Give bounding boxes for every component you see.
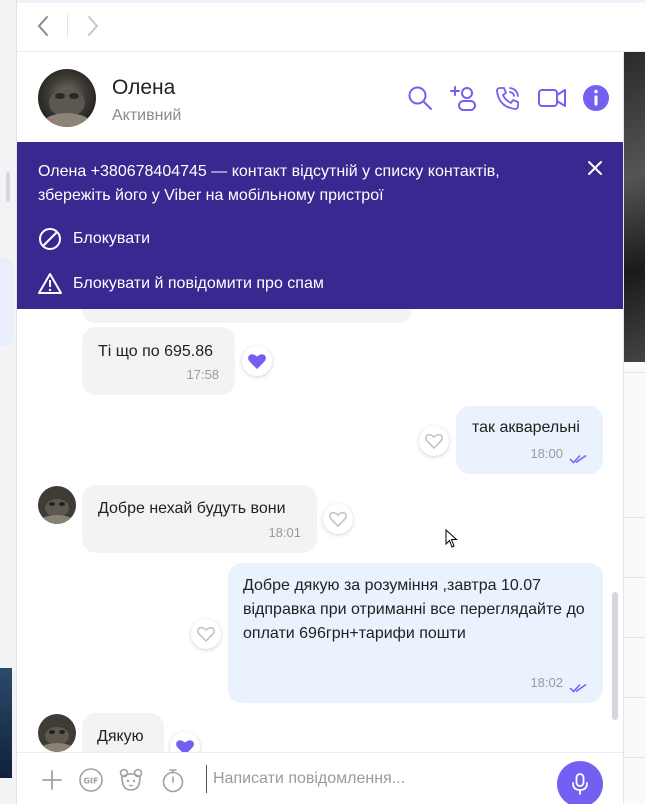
add-participant-button[interactable] [449, 83, 479, 113]
like-button[interactable] [323, 504, 353, 534]
navigation-bar [17, 0, 645, 52]
contact-avatar[interactable] [38, 69, 96, 127]
like-button[interactable] [170, 732, 200, 752]
message-input[interactable] [206, 765, 546, 793]
search-icon [408, 86, 432, 110]
message-time: 18:00 [530, 446, 563, 461]
message-time: 18:01 [268, 525, 301, 540]
banner-close-button[interactable] [585, 158, 605, 178]
message-bubble-incoming[interactable]: Добре нехай будуть вони 18:01 [82, 485, 317, 553]
divider [624, 697, 645, 698]
message-bubble-incoming[interactable]: Ті що по 695.86 17:58 [82, 327, 235, 395]
sidebar-scrollbar[interactable] [6, 172, 10, 202]
info-button[interactable] [581, 83, 611, 113]
warning-icon [38, 273, 62, 294]
search-button[interactable] [405, 83, 435, 113]
block-label: Блокувати [73, 230, 151, 247]
double-check-icon [569, 683, 587, 693]
gif-button[interactable]: GIF [78, 767, 104, 793]
mouse-cursor-icon [445, 529, 458, 548]
block-icon [39, 228, 61, 250]
header-actions [405, 83, 611, 113]
contact-avatar-small[interactable] [38, 714, 76, 752]
video-call-button[interactable] [537, 83, 567, 113]
left-sidebar-partial [0, 0, 17, 804]
like-button[interactable] [191, 619, 221, 649]
double-check-icon [569, 454, 587, 464]
heart-icon [329, 511, 347, 528]
message-list[interactable]: Ті що по 695.86 17:58 так акварельні 18:… [17, 309, 623, 752]
attach-button[interactable] [39, 767, 65, 793]
viber-chat-window: Олена Активний Олена +380678404745 — кон… [0, 0, 645, 804]
forward-button[interactable] [81, 14, 105, 38]
sticker-icon [119, 768, 143, 791]
like-button[interactable] [242, 346, 272, 376]
divider [624, 517, 645, 518]
call-icon [496, 87, 519, 110]
message-time: 17:58 [186, 367, 219, 382]
right-panel-photo [624, 52, 645, 362]
contact-status: Активний [112, 107, 182, 124]
timer-icon [162, 769, 184, 793]
call-button[interactable] [493, 83, 523, 113]
message-text: Добре дякую за розуміння ,завтра 10.07 в… [243, 577, 585, 642]
block-spam-label: Блокувати й повідомити про спам [73, 275, 324, 292]
message-text: Дякую [97, 728, 144, 745]
video-call-icon [538, 89, 566, 107]
divider [624, 757, 645, 758]
info-icon [583, 85, 609, 111]
back-icon [37, 16, 48, 36]
close-icon [588, 161, 602, 175]
timer-button[interactable] [160, 767, 186, 793]
message-bubble-partial [82, 309, 412, 323]
forward-icon [88, 16, 99, 36]
svg-text:GIF: GIF [83, 777, 98, 786]
messages-scrollbar[interactable] [612, 592, 618, 720]
sidebar-message-stub [0, 258, 13, 346]
message-text: так акварельні [472, 419, 580, 436]
back-button[interactable] [31, 14, 55, 38]
unknown-contact-banner: Олена +380678404745 — контакт відсутній … [17, 142, 623, 309]
gif-icon: GIF [79, 768, 103, 792]
voice-message-button[interactable] [557, 761, 603, 804]
add-participant-icon [450, 86, 476, 111]
contact-name[interactable]: Олена [112, 76, 175, 100]
heart-icon [248, 354, 266, 369]
banner-text: Олена +380678404745 — контакт відсутній … [38, 163, 500, 204]
heart-icon [176, 740, 194, 752]
heart-icon [197, 626, 215, 643]
right-panel-partial [623, 52, 645, 804]
plus-icon [42, 770, 62, 790]
message-time: 18:02 [530, 675, 563, 690]
message-bubble-outgoing[interactable]: так акварельні 18:00 [456, 406, 603, 474]
message-composer: GIF [17, 752, 623, 804]
block-button[interactable]: Блокувати [38, 227, 150, 251]
contact-avatar-small[interactable] [38, 486, 76, 524]
like-button[interactable] [419, 426, 449, 456]
heart-icon [425, 433, 443, 450]
chat-header: Олена Активний [17, 52, 623, 142]
message-text: Ті що по 695.86 [98, 343, 214, 360]
microphone-icon [572, 773, 588, 795]
message-bubble-outgoing[interactable]: Добре дякую за розуміння ,завтра 10.07 в… [228, 563, 603, 703]
divider [624, 577, 645, 578]
divider [624, 637, 645, 638]
sticker-button[interactable] [118, 767, 144, 793]
message-text: Добре нехай будуть вони [98, 500, 286, 517]
sidebar-image-stub [0, 668, 12, 778]
divider [624, 372, 645, 373]
message-bubble-incoming[interactable]: Дякую [82, 713, 164, 752]
block-and-report-spam-button[interactable]: Блокувати й повідомити про спам [38, 272, 324, 296]
